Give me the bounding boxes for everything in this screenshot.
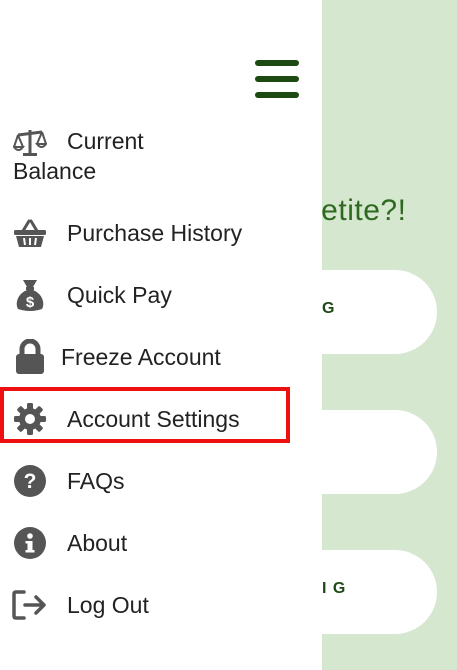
svg-text:?: ? [24,470,37,493]
question-circle-icon: ? [12,463,48,499]
menu-item-label: Log Out [67,591,149,618]
logout-icon [12,587,48,623]
menu-item-purchase-history[interactable]: Purchase History [0,209,300,257]
menu-item-label: Purchase History [67,219,243,246]
background-card-label: G [322,300,336,317]
hamburger-bar [255,76,299,82]
hamburger-icon[interactable] [255,60,299,100]
background-title: petite?! [322,194,407,227]
menu-item-label: FAQs [67,467,125,494]
background-content: petite?! G I G [322,0,457,670]
menu-item-current-balance[interactable]: Current Balance [0,122,300,184]
svg-text:$: $ [26,294,35,311]
hamburger-bar [255,92,299,98]
highlight-box [0,387,290,443]
menu-item-faqs[interactable]: ? FAQs [0,457,300,505]
background-card[interactable]: I G [322,550,437,634]
info-circle-icon [12,525,48,561]
menu-item-label: Quick Pay [67,281,172,308]
menu-item-label: About [67,529,128,556]
menu-item-quick-pay[interactable]: $ Quick Pay [0,271,300,319]
menu-item-label: Current [67,128,144,154]
menu-item-label: Freeze Account [61,343,221,370]
basket-icon [12,215,48,251]
menu-item-about[interactable]: About [0,519,300,567]
menu-item-freeze-account[interactable]: Freeze Account [0,333,300,381]
navigation-drawer: Current Balance Purchase History $ Quick… [0,0,322,670]
hamburger-bar [255,60,299,66]
lock-icon [12,339,48,375]
menu-item-label: Balance [13,158,97,184]
background-card[interactable]: G [322,270,437,354]
balance-scale-icon [12,124,48,160]
background-card-label: I G [322,580,347,597]
background-card[interactable] [322,410,437,494]
menu-item-log-out[interactable]: Log Out [0,581,300,629]
money-bag-icon: $ [12,277,48,313]
